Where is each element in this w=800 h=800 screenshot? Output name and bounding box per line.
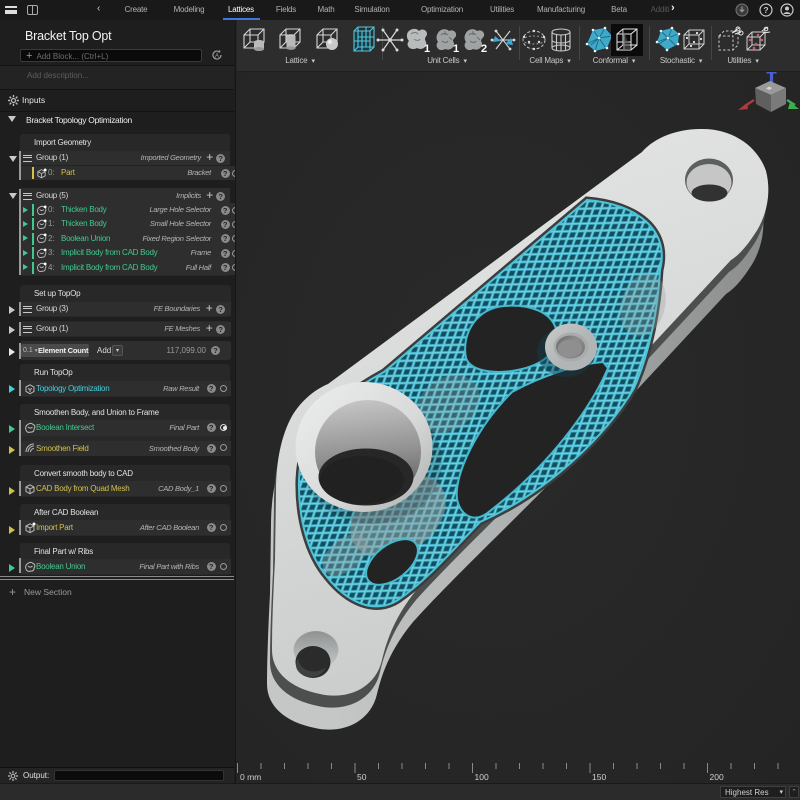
svg-text:150: 150 xyxy=(592,772,606,782)
svg-text:50: 50 xyxy=(357,772,367,782)
svg-text:1: 1 xyxy=(424,43,430,55)
svg-text:100: 100 xyxy=(475,772,489,782)
svg-text:?: ? xyxy=(763,5,768,15)
svg-text:0 mm: 0 mm xyxy=(240,772,261,782)
svg-text:200: 200 xyxy=(710,772,724,782)
svg-text:A: A xyxy=(215,54,219,60)
